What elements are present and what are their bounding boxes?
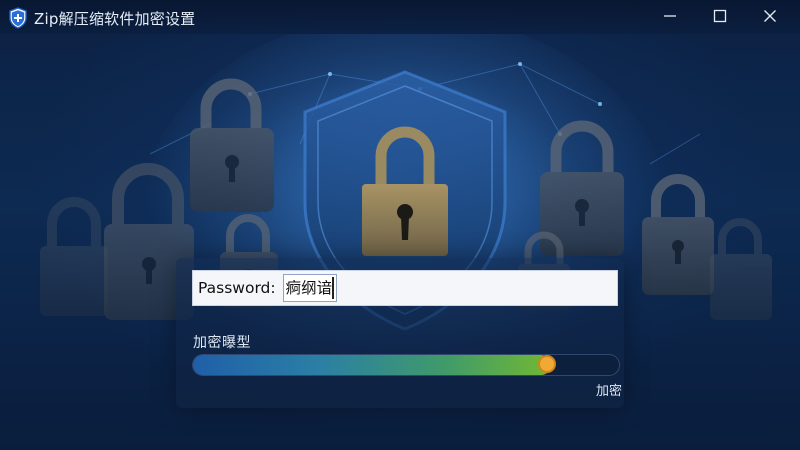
- slider-fill: [193, 355, 551, 375]
- password-value: 痾纲谙: [282, 273, 338, 303]
- encryption-type-label: 加密曝型: [193, 335, 251, 351]
- shield-plus-icon: [9, 7, 27, 29]
- app-window: Zip解压缩软件加密设置 Password: 痾纲谙 加密曝型 加密: [0, 0, 800, 450]
- slider-thumb[interactable]: [537, 355, 556, 373]
- slider-end-label: 加密: [596, 384, 623, 399]
- text-caret: [332, 277, 335, 300]
- minimize-button[interactable]: [647, 0, 693, 32]
- encryption-strength-slider[interactable]: [192, 354, 620, 376]
- minimize-icon: [664, 15, 676, 17]
- close-button[interactable]: [747, 0, 793, 32]
- password-input[interactable]: Password: 痾纲谙: [192, 270, 618, 306]
- window-title: Zip解压缩软件加密设置: [34, 10, 196, 28]
- title-bar[interactable]: Zip解压缩软件加密设置: [0, 0, 800, 34]
- maximize-icon: [713, 9, 727, 23]
- close-icon: [764, 10, 776, 22]
- maximize-button[interactable]: [697, 0, 743, 32]
- password-label: Password:: [198, 279, 281, 297]
